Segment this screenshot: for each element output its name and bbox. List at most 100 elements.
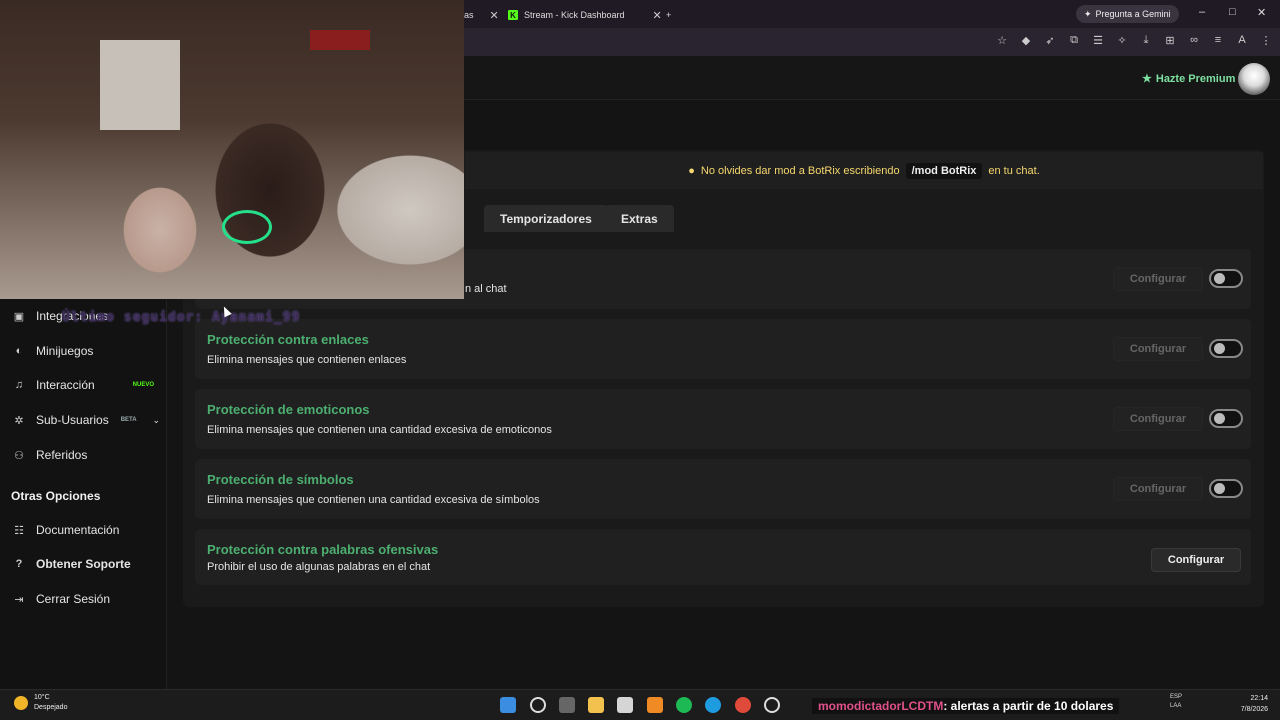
warning-icon: ● — [688, 164, 695, 177]
language-indicator[interactable]: ESP LAA — [1170, 693, 1182, 711]
configure-button[interactable]: Configurar — [1113, 407, 1203, 431]
lang-layout: LAA — [1170, 703, 1182, 709]
setting-toggle[interactable] — [1209, 409, 1243, 428]
tab-close-icon[interactable]: ✕ — [653, 9, 662, 22]
sidebar-item-sub-usuarios[interactable]: ✲ Sub-Usuarios BETA ⌄ — [12, 413, 162, 427]
setting-toggle[interactable] — [1209, 269, 1243, 288]
download-icon[interactable]: ⤓ — [1140, 34, 1152, 47]
setting-row: Protección de emoticonos Elimina mensaje… — [195, 389, 1251, 449]
translate-icon[interactable]: ⊞ — [1164, 34, 1176, 47]
sidebar-item-minijuegos[interactable]: ◐ Minijuegos — [12, 344, 162, 358]
chat-message: : alertas a partir de 10 dolares — [943, 699, 1114, 713]
store-icon[interactable] — [617, 697, 633, 713]
sidebar-item-interaccion[interactable]: ♫ Interacción NUEVO — [12, 378, 162, 392]
premium-label: Hazte Premium — [1155, 72, 1236, 85]
configure-button[interactable]: Configurar — [1113, 337, 1203, 361]
referrals-icon: ⚇ — [14, 449, 24, 462]
sidebar-item-label: Sub-Usuarios — [36, 413, 109, 427]
extension-icon[interactable]: ◆ — [1020, 34, 1032, 47]
new-badge: NUEVO — [132, 382, 154, 388]
plus-icon: + — [666, 10, 672, 20]
notice-command: /mod BotRix — [905, 162, 983, 179]
setting-title: Protección contra enlaces — [207, 332, 369, 347]
spotify-icon[interactable] — [676, 697, 692, 713]
weather-widget[interactable]: 10°C Despejado — [14, 693, 67, 713]
star-icon[interactable]: ☆ — [996, 34, 1008, 47]
setting-title: Protección de emoticonos — [207, 402, 370, 417]
clock-date: 7/8/2026 — [1240, 706, 1268, 713]
browser-tab[interactable]: as ✕ — [464, 4, 499, 26]
tab-search-icon[interactable]: ≡ — [1212, 34, 1224, 47]
start-icon[interactable] — [500, 697, 516, 713]
gemini-button[interactable]: ✦ Pregunta a Gemini — [1076, 5, 1179, 23]
configure-button[interactable]: Configurar — [1151, 548, 1241, 572]
webcam-overlay — [0, 0, 464, 299]
maximize-button[interactable]: □ — [1229, 6, 1236, 18]
setting-row: Protección de símbolos Elimina mensajes … — [195, 459, 1251, 519]
close-window-button[interactable]: ✕ — [1257, 6, 1266, 19]
link-icon[interactable]: ∞ — [1188, 34, 1200, 47]
sidebar-item-referidos[interactable]: ⚇ Referidos — [12, 448, 162, 462]
sidebar-item-cerrar-sesion[interactable]: ⇥ Cerrar Sesión — [12, 592, 162, 606]
setting-toggle[interactable] — [1209, 339, 1243, 358]
integrations-icon: ▣ — [13, 310, 25, 323]
menu-icon[interactable]: ⋮ — [1260, 34, 1272, 47]
edge-icon[interactable] — [705, 697, 721, 713]
sidebar-item-soporte[interactable]: ? Obtener Soporte — [12, 557, 162, 571]
setting-toggle[interactable] — [1209, 479, 1243, 498]
weather-temp: 10°C — [34, 694, 50, 701]
obs-icon[interactable] — [764, 697, 780, 713]
puzzle-icon[interactable]: ⧉ — [1068, 34, 1080, 47]
mod-notice: ● No olvides dar mod a BotRix escribiend… — [465, 152, 1263, 189]
sidebar-item-label: Referidos — [36, 448, 88, 462]
profile-icon[interactable]: A — [1236, 34, 1248, 47]
notice-text: No olvides dar mod a BotRix escribiendo — [700, 164, 900, 177]
gemini-icon: ✦ — [1084, 8, 1092, 19]
setting-desc: Elimina mensajes que contienen una canti… — [207, 424, 552, 436]
chevron-down-icon[interactable]: ⌄ — [152, 415, 160, 426]
sidebar-item-documentacion[interactable]: ☷ Documentación — [12, 523, 162, 537]
toolbar-icons: ☆ ◆ ➶ ⧉ ☰ ✧ ⤓ ⊞ ∞ ≡ A ⋮ — [996, 34, 1272, 47]
avatar[interactable] — [1238, 63, 1270, 95]
clock-time: 22:14 — [1250, 695, 1268, 702]
premium-button[interactable]: ★ Hazte Premium — [1142, 72, 1236, 86]
setting-title: Protección contra palabras ofensivas — [207, 542, 439, 557]
chrome-icon[interactable] — [735, 697, 751, 713]
task-view-icon[interactable] — [559, 697, 575, 713]
tab-extras[interactable]: Extras — [605, 205, 674, 232]
configure-button[interactable]: Configurar — [1113, 267, 1203, 291]
vlc-icon[interactable] — [647, 697, 663, 713]
headset-light — [222, 210, 272, 244]
setting-title: Protección de símbolos — [207, 472, 354, 487]
docs-icon: ☷ — [14, 524, 24, 537]
sidebar-item-label: Minijuegos — [36, 344, 94, 358]
setting-desc: Elimina mensajes que contienen una canti… — [207, 494, 540, 506]
tab-label: Stream - Kick Dashboard — [524, 10, 625, 20]
webcam-background-object — [310, 30, 370, 50]
weather-desc: Despejado — [34, 704, 68, 711]
browser-tab-active[interactable]: K Stream - Kick Dashboard ✕ — [508, 4, 662, 26]
extension-icon[interactable]: ➶ — [1044, 34, 1056, 47]
lang-code: ESP — [1170, 694, 1183, 700]
extension-icon[interactable]: ✧ — [1116, 34, 1128, 47]
file-explorer-icon[interactable] — [588, 697, 604, 713]
search-icon[interactable] — [530, 697, 546, 713]
gamepad-icon: ◐ — [15, 345, 23, 357]
setting-row: Protección contra palabras ofensivas Pro… — [195, 529, 1251, 585]
setting-desc: Elimina mensajes que contienen enlaces — [207, 354, 407, 366]
webcam-background-window — [100, 40, 180, 130]
extension-icon[interactable]: ☰ — [1092, 34, 1104, 47]
tab-temporizadores[interactable]: Temporizadores — [484, 205, 608, 232]
star-icon: ★ — [1142, 73, 1152, 85]
setting-row: Protección contra enlaces Elimina mensaj… — [195, 319, 1251, 379]
clock[interactable]: 22:14 7/8/2026 — [1232, 693, 1268, 715]
sidebar-section-title: Otras Opciones — [11, 489, 101, 503]
kick-favicon-icon: K — [508, 10, 518, 20]
setting-desc: Prohibir el uso de algunas palabras en e… — [207, 561, 431, 573]
configure-button[interactable]: Configurar — [1113, 477, 1203, 501]
tab-label: as — [464, 10, 474, 20]
minimize-button[interactable]: – — [1199, 6, 1205, 18]
tab-close-icon[interactable]: ✕ — [490, 9, 499, 22]
setting-desc: n al chat — [465, 283, 507, 295]
new-tab-button[interactable]: + — [666, 4, 671, 26]
